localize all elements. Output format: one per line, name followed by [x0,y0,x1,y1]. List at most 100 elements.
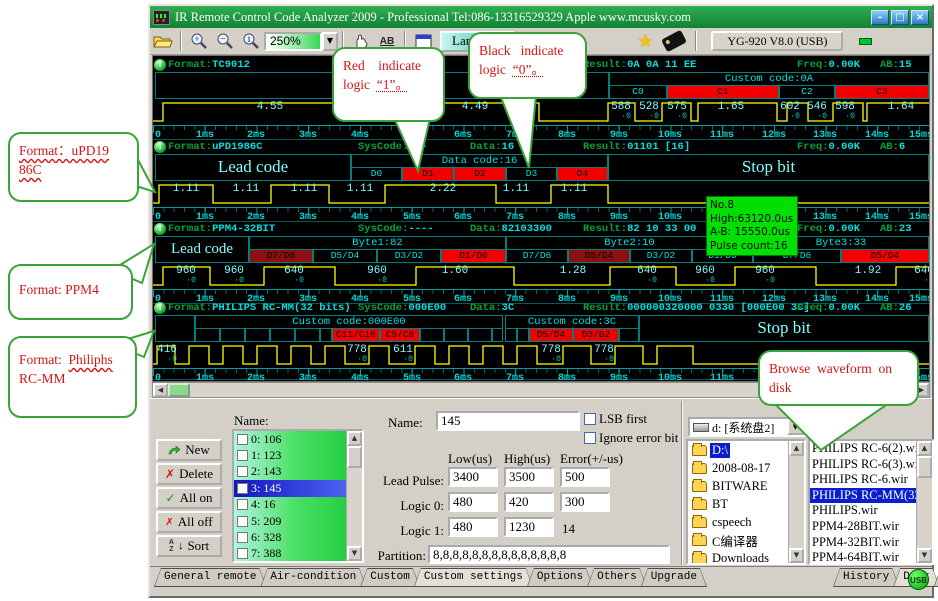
favorites-star-icon[interactable]: ★ [637,31,653,52]
tick-label: 9ms [610,373,628,382]
lead-pulse-high-input[interactable] [504,467,554,487]
scroll-up-icon[interactable]: ↑ [154,59,166,71]
scrollbar-track[interactable] [917,478,932,548]
close-button[interactable]: × [911,10,929,25]
logic1-low-input[interactable] [448,517,498,537]
file-item[interactable]: PHILIPS RC-6(3).wir [810,457,916,473]
ignore-error-checkbox[interactable]: Ignore error bit [584,430,678,446]
file-item[interactable]: PHILIPS RC-MM(32 bits).wir [810,488,916,504]
item-checkbox[interactable] [237,548,248,559]
zoom-level-select[interactable]: 250% [264,32,322,51]
scrollbar-thumb[interactable] [917,456,932,478]
maximize-button[interactable]: □ [891,10,909,25]
scrollbar-thumb[interactable] [347,446,362,468]
zoom-reset-button[interactable]: 1 [239,30,263,52]
folder-items: D:\ 2008-08-17 BITWARE [688,441,788,563]
scroll-down-button[interactable]: ▼ [917,548,932,563]
device-button[interactable]: YG-920 V8.0 (USB) [711,31,843,51]
time-ruler: 01ms2ms3ms4ms5ms6ms7ms8ms9ms10ms11ms12ms… [153,207,929,222]
lsb-first-checkbox[interactable]: LSB first [584,411,647,427]
list-item[interactable]: 0: 106 [234,431,346,447]
tab[interactable]: History [833,568,899,587]
file-item[interactable]: PPM4-32BIT.wir [810,535,916,551]
list-item[interactable]: 5: 209 [234,513,346,529]
file-list[interactable]: PHILIPS RC-6(2).wirPHILIPS RC-6(3).wirPH… [808,439,934,565]
folder-item[interactable]: 2008-08-17 [688,459,788,477]
file-item[interactable]: PHILIPS RC-6.wir [810,472,916,488]
folder-item[interactable]: BITWARE [688,477,788,495]
tab[interactable]: Air-condition [260,568,366,587]
item-checkbox[interactable] [237,499,248,510]
scroll-up-icon[interactable]: ↑ [154,302,166,314]
minimize-button[interactable]: – [871,10,889,25]
title-bar[interactable]: IR Remote Control Code Analyzer 2009 - P… [150,6,932,28]
list-item[interactable]: 2: 143 [234,464,346,480]
scroll-left-button[interactable]: ◀ [153,383,168,397]
tab[interactable]: Others [587,568,647,587]
list-name-label: Name: [234,413,269,429]
scrollbar-thumb[interactable] [168,383,190,397]
open-file-button[interactable] [151,30,175,52]
tab[interactable]: Custom settings [414,568,533,587]
list-item[interactable]: 3: 145 [234,480,346,496]
list-item[interactable]: 4: 16 [234,497,346,513]
sort-button[interactable]: AZ↓Sort [156,535,222,557]
item-checkbox[interactable] [237,516,248,527]
list-item[interactable]: 7: 388 [234,546,346,561]
name-input[interactable] [436,411,580,431]
scroll-up-button[interactable]: ▲ [789,441,804,456]
lead-pulse-error-input[interactable] [560,467,610,487]
item-checkbox[interactable] [237,450,248,461]
logic0-error-input[interactable] [560,492,610,512]
lead-pulse-low-input[interactable] [448,467,498,487]
item-checkbox[interactable] [237,532,248,543]
item-checkbox[interactable] [237,434,248,445]
folder-scrollbar[interactable]: ▲ ▼ [788,441,804,563]
zoom-out-button[interactable]: − [213,30,237,52]
list-item[interactable]: 6: 328 [234,529,346,545]
file-item[interactable]: PHILIPS.wir [810,503,916,519]
list-item[interactable]: 1: 123 [234,447,346,463]
scroll-down-button[interactable]: ▼ [789,548,804,563]
remote-control-icon[interactable] [661,30,687,53]
drive-select[interactable]: d: [系统盘2] ▼ [688,417,806,437]
scroll-up-icon[interactable]: ↑ [154,223,166,235]
tab[interactable]: Options [527,568,593,587]
scroll-up-icon[interactable]: ↑ [154,141,166,153]
file-item[interactable]: PPM4-28BIT.wir [810,519,916,535]
drive-dropdown-button[interactable]: ▼ [787,419,804,435]
tab[interactable]: General remote [154,568,266,587]
folder-list[interactable]: D:\ 2008-08-17 BITWARE [686,439,806,565]
code-list[interactable]: 0: 106 1: 123 2: 143 [232,429,364,563]
all-on-button[interactable]: ✓All on [156,487,222,509]
file-scrollbar[interactable]: ▲ ▼ [916,441,932,563]
zoom-in-button[interactable]: + [187,30,211,52]
logic0-high-input[interactable] [504,492,554,512]
waveform-trace: 1.111.111.111.112.221.111.11 [153,181,929,207]
file-item[interactable]: PHILIPS RC-6(2).wir [810,441,916,457]
folder-icon [692,481,707,492]
folder-item[interactable]: Downloads [688,549,788,563]
scrollbar-track[interactable] [789,456,804,548]
tab[interactable]: Custom [360,568,420,587]
file-item[interactable]: PPM4-64BIT.wir [810,550,916,563]
folder-item[interactable]: C编译器 [688,531,788,549]
list-scrollbar[interactable]: ▲ ▼ [346,431,362,561]
delete-button[interactable]: ✗Delete [156,463,222,485]
logic1-high-input[interactable] [504,517,554,537]
bit-cell [195,328,220,342]
scroll-up-button[interactable]: ▲ [917,441,932,456]
partition-input[interactable] [428,545,670,564]
logic0-low-input[interactable] [448,492,498,512]
folder-item[interactable]: BT [688,495,788,513]
new-button[interactable]: New [156,439,222,461]
zoom-dropdown-button[interactable]: ▼ [322,32,338,51]
item-checkbox[interactable] [237,466,248,477]
all-off-button[interactable]: ✗All off [156,511,222,533]
folder-item[interactable]: D:\ [688,441,788,459]
folder-item[interactable]: cspeech [688,513,788,531]
item-checkbox[interactable] [237,483,248,494]
scroll-up-button[interactable]: ▲ [347,431,362,446]
zoom-out-icon: − [216,32,234,50]
tab[interactable]: Upgrade [641,568,707,587]
